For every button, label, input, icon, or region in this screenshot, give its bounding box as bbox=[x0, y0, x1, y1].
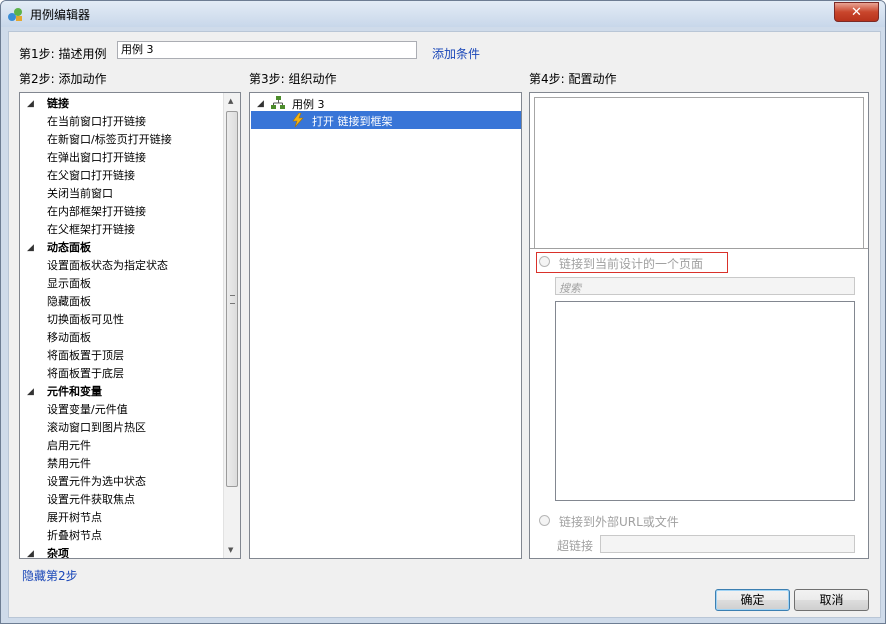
action-item[interactable]: 隐藏面板 bbox=[47, 293, 91, 311]
app-icon bbox=[8, 8, 22, 21]
radio-link-page-label[interactable]: 链接到当前设计的一个页面 bbox=[559, 255, 703, 272]
case-name-input[interactable]: 用例 3 bbox=[117, 41, 417, 59]
hyperlink-label: 超链接 bbox=[557, 539, 594, 553]
action-item[interactable]: 将面板置于顶层 bbox=[47, 347, 124, 365]
action-group[interactable]: ◢ 元件和变量 bbox=[20, 383, 224, 401]
action-item[interactable]: 移动面板 bbox=[47, 329, 91, 347]
action-item[interactable]: 设置变量/元件值 bbox=[47, 401, 128, 419]
action-group-label: 动态面板 bbox=[47, 241, 91, 254]
radio-link-url-label[interactable]: 链接到外部URL或文件 bbox=[559, 513, 679, 530]
step2-label: 第2步: 添加动作 bbox=[19, 72, 107, 86]
action-item[interactable]: 设置元件获取焦点 bbox=[47, 491, 135, 509]
ok-button[interactable]: 确定 bbox=[715, 589, 790, 611]
hide-step2-link[interactable]: 隐藏第2步 bbox=[22, 567, 78, 584]
collapse-icon[interactable]: ◢ bbox=[27, 95, 34, 113]
hyperlink-input[interactable] bbox=[600, 535, 855, 553]
target-list[interactable] bbox=[534, 97, 864, 249]
action-item[interactable]: 在新窗口/标签页打开链接 bbox=[47, 131, 172, 149]
action-item[interactable]: 在弹出窗口打开链接 bbox=[47, 149, 146, 167]
action-item[interactable]: 切换面板可见性 bbox=[47, 311, 124, 329]
action-item[interactable]: 展开树节点 bbox=[47, 509, 102, 527]
action-item[interactable]: 在父窗口打开链接 bbox=[47, 167, 135, 185]
action-item[interactable]: 设置面板状态为指定状态 bbox=[47, 257, 168, 275]
action-scrollbar[interactable]: ▲ ▼ bbox=[223, 93, 240, 558]
action-item[interactable]: 禁用元件 bbox=[47, 455, 91, 473]
action-item[interactable]: 设置元件为选中状态 bbox=[47, 473, 146, 491]
step3-label: 第3步: 组织动作 bbox=[249, 72, 337, 86]
action-item[interactable]: 折叠树节点 bbox=[47, 527, 102, 545]
action-list: ◢ 链接在当前窗口打开链接 在新窗口/标签页打开链接 在弹出窗口打开链接 在父窗口打开链… bbox=[20, 93, 224, 558]
action-item[interactable]: 滚动窗口到图片热区 bbox=[47, 419, 146, 437]
action-group[interactable]: ◢ 动态面板 bbox=[20, 239, 224, 257]
cancel-button[interactable]: 取消 bbox=[794, 589, 869, 611]
dialog-window: 用例编辑器 ✕ 第1步: 描述用例 用例 3 添加条件 第2步: 添加动作 第3… bbox=[0, 0, 886, 624]
action-item[interactable]: 启用元件 bbox=[47, 437, 91, 455]
organize-tree[interactable]: ◢ 用例 3 打开 链接到框架 bbox=[249, 92, 522, 559]
selected-action-row[interactable]: 打开 链接到框架 bbox=[251, 111, 521, 129]
grip-icon bbox=[230, 295, 235, 304]
action-group-label: 元件和变量 bbox=[47, 385, 102, 398]
action-item[interactable]: 在父框架打开链接 bbox=[47, 221, 135, 239]
collapse-icon[interactable]: ◢ bbox=[257, 99, 264, 109]
search-input[interactable]: 搜索 bbox=[555, 277, 855, 295]
case-tree-icon bbox=[271, 96, 285, 109]
action-item[interactable]: 关闭当前窗口 bbox=[47, 185, 113, 203]
action-item[interactable]: 显示面板 bbox=[47, 275, 91, 293]
step4-label: 第4步: 配置动作 bbox=[529, 72, 617, 86]
radio-link-url[interactable] bbox=[539, 515, 550, 526]
collapse-icon[interactable]: ◢ bbox=[27, 545, 34, 558]
title-bar[interactable]: 用例编辑器 ✕ bbox=[1, 1, 885, 27]
action-item[interactable]: 在内部框架打开链接 bbox=[47, 203, 146, 221]
configure-panel: 链接到当前设计的一个页面 搜索 链接到外部URL或文件 超链接 bbox=[529, 92, 869, 559]
action-group[interactable]: ◢ 杂项 bbox=[20, 545, 224, 558]
action-item[interactable]: 在当前窗口打开链接 bbox=[47, 113, 146, 131]
dialog-body: 第1步: 描述用例 用例 3 添加条件 第2步: 添加动作 第3步: 组织动作 … bbox=[8, 31, 881, 618]
action-group-label: 杂项 bbox=[47, 547, 69, 558]
scroll-down-icon[interactable]: ▼ bbox=[228, 546, 233, 554]
scroll-thumb[interactable] bbox=[226, 111, 238, 487]
close-icon: ✕ bbox=[851, 4, 862, 20]
lightning-icon bbox=[292, 113, 304, 127]
window-title: 用例编辑器 bbox=[30, 8, 91, 22]
add-condition-link[interactable]: 添加条件 bbox=[432, 45, 480, 62]
action-group-label: 链接 bbox=[47, 97, 69, 110]
radio-link-page[interactable] bbox=[539, 256, 550, 267]
search-placeholder: 搜索 bbox=[559, 282, 581, 295]
case-node[interactable]: 用例 3 bbox=[292, 96, 325, 112]
action-node: 打开 链接到框架 bbox=[312, 115, 393, 128]
action-item[interactable]: 将面板置于底层 bbox=[47, 365, 124, 383]
collapse-icon[interactable]: ◢ bbox=[27, 383, 34, 401]
step1-label: 第1步: 描述用例 bbox=[19, 47, 107, 61]
collapse-icon[interactable]: ◢ bbox=[27, 239, 34, 257]
action-tree[interactable]: ◢ 链接在当前窗口打开链接 在新窗口/标签页打开链接 在弹出窗口打开链接 在父窗口打开链… bbox=[19, 92, 241, 559]
close-button[interactable]: ✕ bbox=[834, 2, 879, 22]
scroll-up-icon[interactable]: ▲ bbox=[228, 97, 233, 105]
page-list[interactable] bbox=[555, 301, 855, 501]
action-group[interactable]: ◢ 链接 bbox=[20, 95, 224, 113]
divider bbox=[530, 248, 868, 249]
